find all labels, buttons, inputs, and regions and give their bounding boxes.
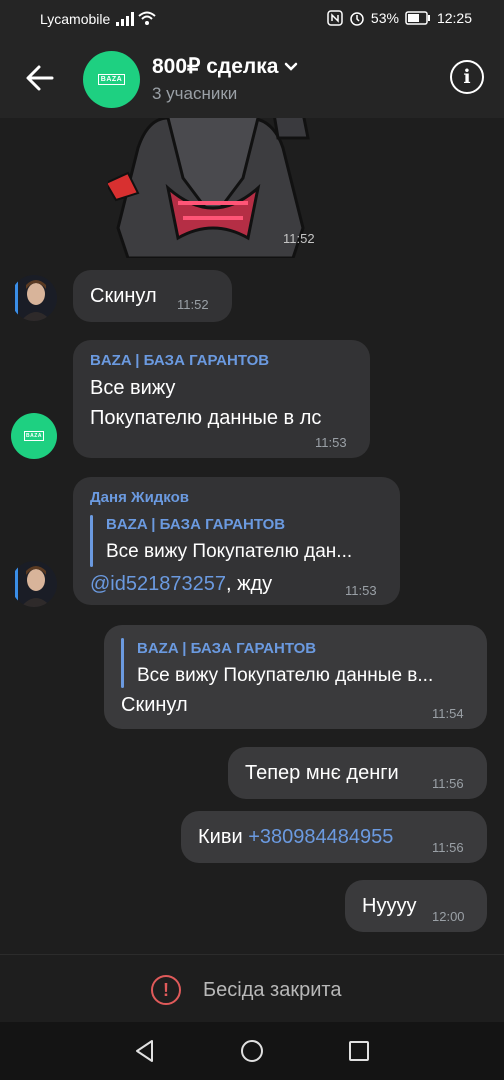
- info-icon: i: [463, 66, 471, 88]
- quote-bar: [90, 515, 93, 567]
- back-arrow-icon[interactable]: [22, 60, 58, 96]
- carrier-name: Lycamobile: [40, 11, 111, 27]
- message-time: 11:52: [177, 297, 209, 312]
- nfc-icon: [327, 10, 343, 26]
- message-text: Скинул: [121, 694, 188, 716]
- baza-logo: BAZA: [97, 74, 126, 85]
- user-mention-link[interactable]: @id521873257: [90, 573, 226, 595]
- message-time: 11:53: [315, 435, 347, 450]
- system-nav-bar: [0, 1022, 504, 1080]
- info-button[interactable]: i: [450, 60, 484, 94]
- nav-back-icon[interactable]: [132, 1038, 158, 1064]
- quote-text: Все вижу Покупателю дан...: [106, 541, 353, 562]
- quote-sender: BAZA | БАЗА ГАРАНТОВ: [106, 516, 286, 533]
- message-bubble[interactable]: BAZA | БАЗА ГАРАНТОВ Все вижу Покупателю…: [104, 625, 487, 729]
- sticker-time: 11:52: [283, 231, 315, 246]
- message-text: , жду: [225, 573, 273, 595]
- message-text: Киви: [198, 826, 249, 848]
- alert-icon: !: [151, 975, 181, 1005]
- chat-title: 800₽ сделка: [152, 55, 279, 78]
- message-time: 11:54: [432, 706, 464, 721]
- sender-name[interactable]: Даня Жидков: [90, 489, 189, 506]
- conversation-closed-bar: ! Бесіда закрита: [0, 954, 504, 1022]
- message-bubble[interactable]: Скинул 11:52: [73, 270, 232, 322]
- message-bubble[interactable]: BAZA | БАЗА ГАРАНТОВ Все вижу Покупателю…: [73, 340, 370, 458]
- message-text: Тепер мнє денги: [245, 762, 399, 784]
- title-row[interactable]: 800₽ сделка: [152, 54, 298, 79]
- message-bubble[interactable]: Киви +380984484955 11:56: [181, 811, 487, 863]
- sender-name[interactable]: BAZA | БАЗА ГАРАНТОВ: [90, 352, 269, 369]
- wifi-icon: [138, 11, 156, 25]
- message-text: Покупателю данные в лс: [90, 407, 322, 429]
- conversation-closed-label: Бесіда закрита: [203, 979, 342, 1001]
- signal-icon: [116, 12, 134, 26]
- message-text-row: @id521873257, жду: [90, 573, 272, 596]
- participants-count: 3 учасники: [152, 84, 238, 103]
- message-list[interactable]: 11:52 Скинул 11:52 BAZA BAZA | БАЗА ГАРА…: [0, 118, 504, 954]
- message-text: Все вижу: [90, 377, 176, 399]
- clock: 12:25: [436, 10, 472, 26]
- message-time: 11:53: [345, 583, 377, 598]
- chat-header: BAZA 800₽ сделка 3 учасники i: [0, 38, 504, 118]
- message-time: 12:00: [432, 909, 465, 924]
- quote-sender: BAZA | БАЗА ГАРАНТОВ: [137, 640, 317, 657]
- message-text: Скинул: [90, 285, 157, 307]
- nav-recents-icon[interactable]: [346, 1038, 372, 1064]
- status-bar: Lycamobile 53% 12:25: [0, 0, 504, 38]
- message-text: Нуууу: [362, 895, 417, 917]
- chevron-down-icon: [285, 62, 298, 71]
- nav-home-icon[interactable]: [239, 1038, 265, 1064]
- message-bubble[interactable]: Нуууу 12:00: [345, 880, 487, 932]
- message-bubble[interactable]: Тепер мнє денги 11:56: [228, 747, 487, 799]
- avatar[interactable]: [11, 561, 57, 607]
- alarm-icon: [350, 12, 364, 26]
- message-text-row: Киви +380984484955: [198, 826, 393, 849]
- quote-bar: [121, 638, 124, 688]
- baza-logo: BAZA: [24, 431, 44, 441]
- avatar[interactable]: [11, 275, 57, 321]
- group-avatar[interactable]: BAZA: [83, 51, 140, 108]
- message-time: 11:56: [432, 776, 464, 791]
- battery-percent: 53%: [370, 10, 399, 26]
- battery-icon: [405, 11, 430, 25]
- message-time: 11:56: [432, 840, 464, 855]
- avatar[interactable]: BAZA: [11, 413, 57, 459]
- phone-link[interactable]: +380984484955: [248, 826, 393, 848]
- message-bubble[interactable]: Даня Жидков BAZA | БАЗА ГАРАНТОВ Все виж…: [73, 477, 400, 605]
- quote-text: Все вижу Покупателю данные в...: [137, 665, 434, 686]
